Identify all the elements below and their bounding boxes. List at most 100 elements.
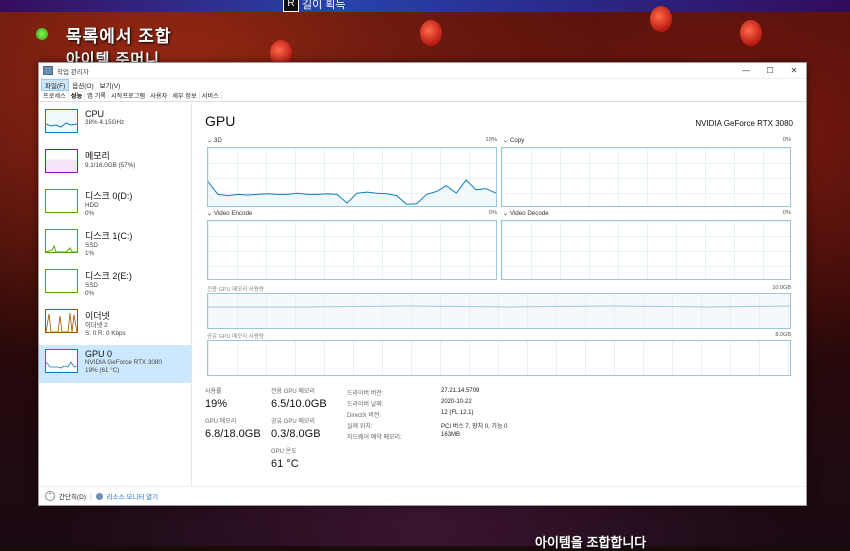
directx-value: 12 (FL 12.1) bbox=[441, 410, 474, 416]
footer-separator: | bbox=[89, 492, 92, 500]
sidebar-item-cpu[interactable]: CPU 38% 4.15GHz bbox=[39, 105, 191, 143]
sidebar-detail: SSD bbox=[85, 242, 98, 249]
tab-startup[interactable]: 시작프로그램 bbox=[109, 91, 149, 100]
sidebar-label: GPU 0 bbox=[85, 349, 113, 359]
game-bottom-caption: 아이템을 조합합니다 bbox=[535, 535, 647, 550]
shared-mem-stat-label: 공유 GPU 메모리 bbox=[271, 419, 315, 425]
engine-pct-3d: 19% bbox=[485, 137, 497, 143]
sidebar-detail: 19% (61 °C) bbox=[85, 367, 120, 374]
sidebar-detail: NVIDIA GeForce RTX 3080 bbox=[85, 359, 162, 366]
driver-date-label: 드라이버 날짜: bbox=[347, 402, 384, 408]
sidebar-detail: 38% 4.15GHz bbox=[85, 119, 125, 126]
game-key-hint-label: 길이 획득 bbox=[302, 0, 346, 11]
tab-app-history[interactable]: 앱 기록 bbox=[85, 91, 109, 100]
sidebar-item-memory[interactable]: 메모리 9.1/16.0GB (57%) bbox=[39, 145, 191, 183]
graph-copy bbox=[501, 147, 791, 207]
reserved-memory-value: 163MB bbox=[441, 432, 461, 438]
shared-memory-graph bbox=[207, 340, 791, 376]
dedicated-memory-label: 전용 GPU 메모리 사용량 bbox=[207, 287, 264, 293]
directx-label: DirectX 버전: bbox=[347, 413, 382, 419]
usage-value: 19% bbox=[205, 398, 228, 410]
dedicated-memory-graph bbox=[207, 293, 791, 329]
lantern-icon bbox=[740, 20, 762, 46]
footer-bar: ⌃ 간단히(D) | 리소스 모니터 열기 bbox=[39, 486, 806, 505]
sidebar-label: 디스크 0(D:) bbox=[85, 191, 133, 201]
engine-pct-video-encode: 0% bbox=[488, 210, 497, 216]
tab-processes[interactable]: 프로세스 bbox=[41, 91, 69, 100]
dedicated-mem-stat-label: 전용 GPU 메모리 bbox=[271, 389, 315, 395]
sidebar-detail: 1% bbox=[85, 250, 95, 257]
sidebar-detail: SSD bbox=[85, 282, 98, 289]
task-manager-window: 작업 관리자 — ☐ ✕ 파일(F) 옵션(O) 보기(V) 프로세스 성능 앱… bbox=[38, 62, 807, 506]
gem-icon bbox=[36, 28, 48, 40]
sidebar-detail: 이더넷 2 bbox=[85, 322, 108, 329]
gpu-mem-label: GPU 메모리 bbox=[205, 419, 237, 425]
ethernet-thumbnail bbox=[45, 309, 78, 333]
sidebar-label: 디스크 2(E:) bbox=[85, 271, 132, 281]
menu-bar: 파일(F) 옵션(O) 보기(V) bbox=[39, 78, 806, 91]
lantern-icon bbox=[420, 20, 442, 46]
usage-label: 사용률 bbox=[205, 389, 222, 395]
driver-version-label: 드라이버 버전: bbox=[347, 391, 384, 397]
fewer-details-button[interactable]: 간단히(D) bbox=[59, 491, 86, 501]
tab-services[interactable]: 서비스 bbox=[200, 91, 222, 100]
menu-options[interactable]: 옵션(O) bbox=[69, 80, 96, 90]
sidebar-detail: 0% bbox=[85, 210, 95, 217]
cpu-thumbnail bbox=[45, 109, 78, 133]
chevron-up-icon[interactable]: ⌃ bbox=[45, 491, 55, 501]
sidebar-item-ethernet[interactable]: 이더넷 이더넷 2 S: 0 R: 0 Kbps bbox=[39, 305, 191, 343]
graph-video-decode bbox=[501, 220, 791, 280]
sidebar-item-gpu-0[interactable]: GPU 0 NVIDIA GeForce RTX 3080 19% (61 °C… bbox=[39, 345, 191, 383]
disk-thumbnail bbox=[45, 189, 78, 213]
engine-select-video-decode[interactable]: ⌄ Video Decode bbox=[503, 210, 549, 217]
close-button[interactable]: ✕ bbox=[782, 66, 806, 75]
title-bar[interactable]: 작업 관리자 — ☐ ✕ bbox=[39, 63, 806, 79]
sidebar-detail: 0% bbox=[85, 290, 95, 297]
shared-memory-max: 8.0GB bbox=[775, 332, 791, 338]
reserved-memory-label: 하드웨어 예약 메모리: bbox=[347, 435, 402, 441]
gpu-detail-pane: GPU NVIDIA GeForce RTX 3080 ⌄ 3D 19% ⌄ C… bbox=[205, 109, 795, 487]
resource-monitor-icon bbox=[95, 492, 103, 500]
sidebar-detail: S: 0 R: 0 Kbps bbox=[85, 330, 126, 337]
tab-users[interactable]: 사용자 bbox=[148, 91, 171, 100]
engine-select-copy[interactable]: ⌄ Copy bbox=[503, 137, 524, 144]
engine-pct-copy: 0% bbox=[782, 137, 791, 143]
engine-pct-video-decode: 0% bbox=[782, 210, 791, 216]
memory-thumbnail bbox=[45, 149, 78, 173]
sidebar-label: 메모리 bbox=[85, 151, 110, 161]
location-label: 실제 위치: bbox=[347, 424, 373, 430]
maximize-button[interactable]: ☐ bbox=[758, 66, 782, 75]
shared-mem-stat-value: 0.3/8.0GB bbox=[271, 428, 321, 440]
sidebar-item-disk-0[interactable]: 디스크 0(D:) HDD 0% bbox=[39, 185, 191, 223]
gpu-model-name: NVIDIA GeForce RTX 3080 bbox=[695, 119, 793, 128]
graph-video-encode bbox=[207, 220, 497, 280]
open-resource-monitor-link[interactable]: 리소스 모니터 열기 bbox=[107, 491, 158, 501]
tab-performance[interactable]: 성능 bbox=[69, 91, 86, 100]
shared-memory-label: 공유 GPU 메모리 사용량 bbox=[207, 334, 264, 340]
game-key-hint: R bbox=[283, 0, 299, 12]
engine-select-3d[interactable]: ⌄ 3D bbox=[207, 137, 222, 144]
game-top-banner bbox=[0, 0, 850, 12]
driver-version-value: 27.21.14.5709 bbox=[441, 388, 480, 394]
dedicated-mem-stat-value: 6.5/10.0GB bbox=[271, 398, 327, 410]
gpu-mem-value: 6.8/18.0GB bbox=[205, 428, 261, 440]
tab-details[interactable]: 세부 정보 bbox=[170, 91, 200, 100]
gpu-temp-label: GPU 온도 bbox=[271, 449, 297, 455]
graph-3d-area bbox=[208, 179, 496, 206]
minimize-button[interactable]: — bbox=[734, 66, 758, 75]
menu-file[interactable]: 파일(F) bbox=[41, 78, 70, 91]
sidebar-label: CPU bbox=[85, 109, 105, 119]
window-title: 작업 관리자 bbox=[57, 68, 89, 76]
page-title: GPU bbox=[205, 113, 236, 129]
sidebar-item-disk-1[interactable]: 디스크 1(C:) SSD 1% bbox=[39, 225, 191, 263]
menu-view[interactable]: 보기(V) bbox=[97, 80, 124, 90]
graph-3d-line bbox=[208, 179, 496, 206]
disk-thumbnail bbox=[45, 269, 78, 293]
game-menu-title: 목록에서 조합 bbox=[66, 27, 172, 46]
dedicated-memory-max: 10.0GB bbox=[772, 285, 791, 291]
disk-thumbnail bbox=[45, 229, 78, 253]
tab-bar: 프로세스 성능 앱 기록 시작프로그램 사용자 세부 정보 서비스 bbox=[39, 90, 806, 102]
sidebar-item-disk-2[interactable]: 디스크 2(E:) SSD 0% bbox=[39, 265, 191, 303]
location-value: PCI 버스 7, 장치 0, 기능 0 bbox=[441, 424, 508, 430]
engine-select-video-encode[interactable]: ⌄ Video Encode bbox=[207, 210, 252, 217]
